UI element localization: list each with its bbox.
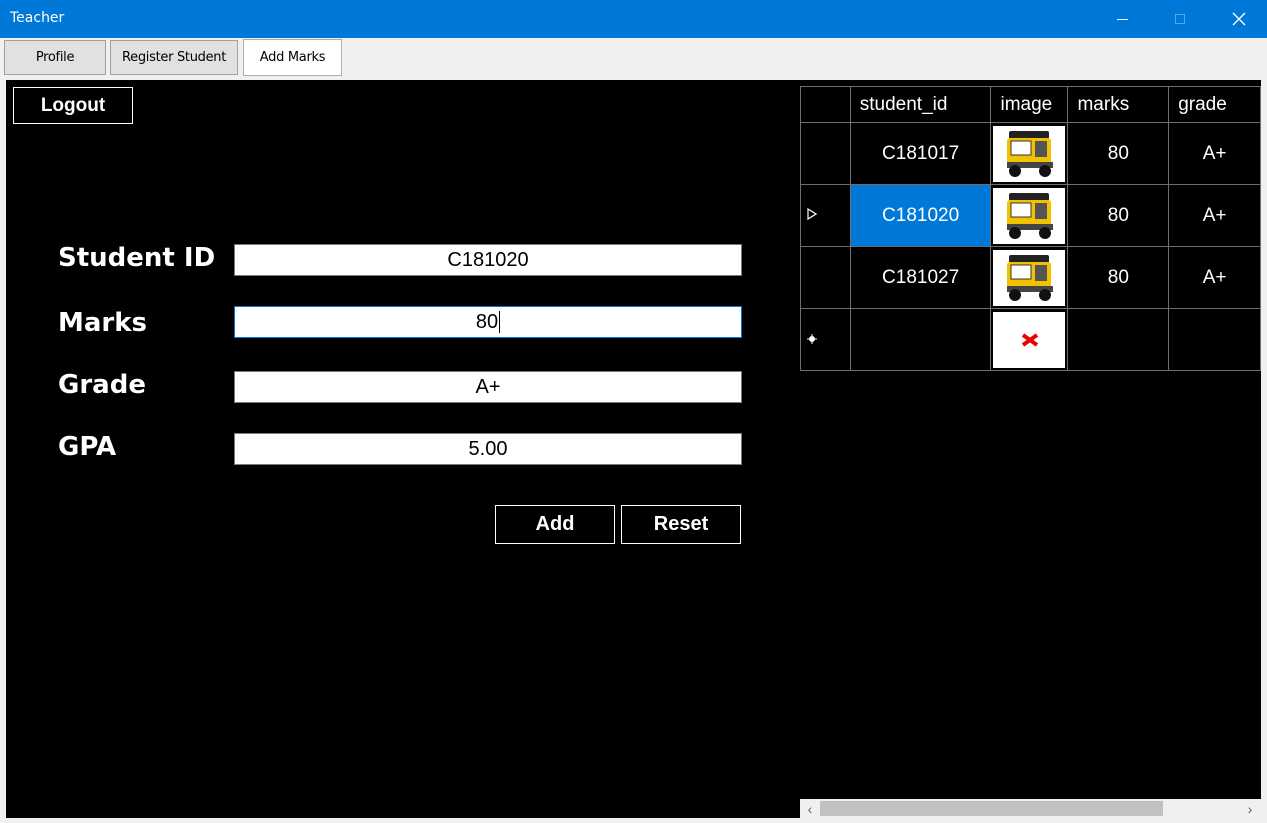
horizontal-scrollbar[interactable]: ‹ ›	[800, 799, 1261, 818]
marks-cell[interactable]	[1067, 308, 1170, 371]
title-bar: Teacher	[0, 0, 1267, 38]
maximize-icon	[1175, 14, 1185, 24]
minimize-icon	[1116, 18, 1128, 20]
table-row[interactable]: C181020 80 A+	[800, 184, 1261, 247]
broken-image-icon	[993, 311, 1066, 368]
scroll-right-arrow-icon[interactable]: ›	[1241, 799, 1259, 818]
gpa-label: GPA	[58, 432, 117, 462]
student-id-label: Student ID	[58, 243, 216, 273]
marks-label: Marks	[58, 308, 148, 338]
column-header-grade[interactable]: grade	[1168, 86, 1261, 123]
image-cell[interactable]	[990, 246, 1069, 309]
image-cell[interactable]	[990, 184, 1069, 247]
image-cell[interactable]	[990, 122, 1069, 185]
add-marks-panel: Logout Student ID C181020 Marks 80 Grade…	[6, 80, 800, 818]
student-id-value: C181020	[447, 248, 529, 271]
grade-field[interactable]: A+	[234, 371, 742, 403]
student-id-cell[interactable]: C181020	[849, 184, 992, 247]
new-table-row[interactable]	[800, 308, 1261, 371]
maximize-button[interactable]	[1157, 0, 1203, 38]
scrollbar-thumb[interactable]	[820, 801, 1163, 816]
auto-rickshaw-image	[993, 187, 1066, 244]
column-header-image[interactable]: image	[990, 86, 1069, 123]
window-title: Teacher	[10, 10, 65, 26]
add-button[interactable]: Add	[495, 505, 615, 544]
row-header[interactable]	[800, 246, 851, 309]
marks-value: 80	[475, 310, 499, 333]
grade-cell[interactable]: A+	[1168, 122, 1261, 185]
gpa-field[interactable]: 5.00	[234, 433, 742, 465]
auto-rickshaw-image	[993, 249, 1066, 306]
new-row-icon	[807, 333, 817, 344]
row-header[interactable]	[800, 122, 851, 185]
minimize-button[interactable]	[1099, 0, 1145, 38]
marks-data-grid[interactable]: student_id image marks grade C181017 80 …	[800, 86, 1261, 371]
scroll-left-arrow-icon[interactable]: ‹	[801, 799, 819, 818]
grade-value: A+	[475, 375, 501, 398]
student-id-cell[interactable]: C181027	[849, 246, 992, 309]
grid-header-row: student_id image marks grade	[800, 86, 1261, 123]
table-row[interactable]: C181017 80 A+	[800, 122, 1261, 185]
teacher-window: Teacher Profile Register Student Add Mar…	[0, 0, 1267, 823]
logout-button[interactable]: Logout	[13, 87, 133, 124]
reset-button[interactable]: Reset	[621, 505, 741, 544]
image-cell[interactable]	[990, 308, 1069, 371]
auto-rickshaw-image	[993, 125, 1066, 182]
table-row[interactable]: C181027 80 A+	[800, 246, 1261, 309]
close-button[interactable]	[1216, 0, 1262, 38]
column-header-student-id[interactable]: student_id	[849, 86, 992, 123]
tab-add-marks[interactable]: Add Marks	[243, 39, 342, 76]
student-id-cell[interactable]	[849, 308, 992, 371]
tab-strip: Profile Register Student Add Marks	[0, 38, 1267, 81]
row-header[interactable]	[800, 308, 851, 371]
student-id-cell[interactable]: C181017	[849, 122, 992, 185]
marks-cell[interactable]: 80	[1067, 246, 1170, 309]
grade-label: Grade	[58, 370, 146, 400]
text-caret	[499, 311, 501, 333]
grade-cell[interactable]: A+	[1168, 246, 1261, 309]
marks-cell[interactable]: 80	[1067, 184, 1170, 247]
marks-cell[interactable]: 80	[1067, 122, 1170, 185]
marks-field[interactable]: 80	[234, 306, 742, 338]
window-border	[1261, 80, 1267, 823]
gpa-value: 5.00	[468, 437, 508, 460]
student-id-field[interactable]: C181020	[234, 244, 742, 276]
grade-cell[interactable]: A+	[1168, 184, 1261, 247]
row-header[interactable]	[800, 184, 851, 247]
tab-profile[interactable]: Profile	[4, 40, 106, 75]
close-icon	[1232, 12, 1246, 26]
column-header-marks[interactable]: marks	[1067, 86, 1170, 123]
marks-grid-panel: student_id image marks grade C181017 80 …	[800, 80, 1261, 818]
grade-cell[interactable]	[1168, 308, 1261, 371]
row-header-corner[interactable]	[800, 86, 851, 123]
current-row-arrow-icon	[807, 207, 818, 221]
tab-register-student[interactable]: Register Student	[110, 40, 238, 75]
